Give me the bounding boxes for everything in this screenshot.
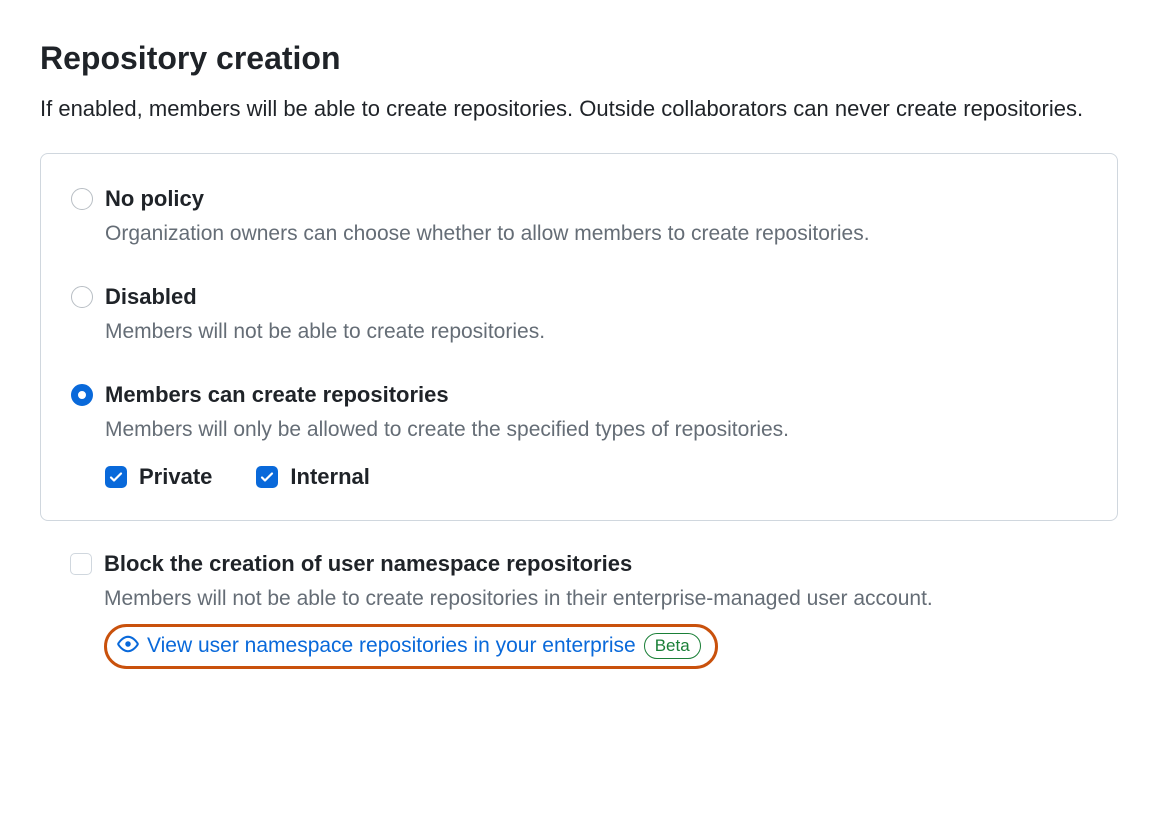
checkbox-checked-icon[interactable] <box>256 466 278 488</box>
checkmark-icon <box>259 469 275 485</box>
option-label: Members can create repositories <box>105 380 1087 411</box>
checkbox-label: Private <box>139 464 212 490</box>
beta-badge: Beta <box>644 633 701 659</box>
radio-option-no-policy[interactable]: No policy Organization owners can choose… <box>71 184 1087 248</box>
option-description: Organization owners can choose whether t… <box>105 219 1087 248</box>
section-title: Repository creation <box>40 40 1118 77</box>
option-description: Members will not be able to create repos… <box>105 317 1087 346</box>
option-description: Members will not be able to create repos… <box>104 584 1118 613</box>
block-user-namespace-option[interactable]: Block the creation of user namespace rep… <box>70 549 1118 668</box>
checkbox-checked-icon[interactable] <box>105 466 127 488</box>
option-label: Block the creation of user namespace rep… <box>104 549 1118 580</box>
repository-creation-options-box: No policy Organization owners can choose… <box>40 153 1118 522</box>
radio-icon-checked[interactable] <box>71 384 93 406</box>
radio-icon[interactable] <box>71 286 93 308</box>
option-label: Disabled <box>105 282 1087 313</box>
radio-icon[interactable] <box>71 188 93 210</box>
option-label: No policy <box>105 184 1087 215</box>
view-user-namespace-link[interactable]: View user namespace repositories in your… <box>147 634 636 658</box>
view-user-namespace-link-highlight: View user namespace repositories in your… <box>104 624 718 669</box>
checkbox-private[interactable]: Private <box>105 464 212 490</box>
checkbox-internal[interactable]: Internal <box>256 464 369 490</box>
checkbox-label: Internal <box>290 464 369 490</box>
eye-icon <box>117 633 139 660</box>
repo-type-checkboxes: Private Internal <box>105 464 1087 490</box>
section-description: If enabled, members will be able to crea… <box>40 93 1118 125</box>
checkbox-unchecked-icon[interactable] <box>70 553 92 575</box>
checkmark-icon <box>108 469 124 485</box>
radio-option-members-can-create[interactable]: Members can create repositories Members … <box>71 380 1087 490</box>
option-description: Members will only be allowed to create t… <box>105 415 1087 444</box>
radio-option-disabled[interactable]: Disabled Members will not be able to cre… <box>71 282 1087 346</box>
